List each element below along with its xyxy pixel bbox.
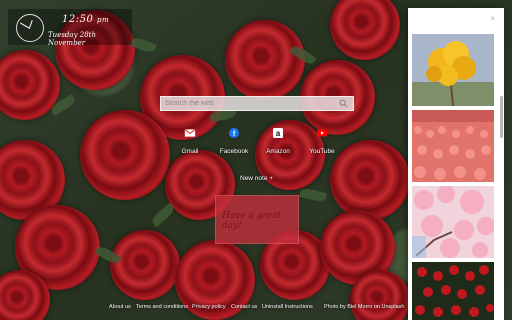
facebook-icon: f	[227, 126, 241, 140]
wallpaper-thumbnail[interactable]	[412, 34, 494, 106]
wallpaper-thumbnail[interactable]	[412, 110, 494, 182]
quick-link-label: YouTube	[309, 148, 335, 155]
analog-clock-icon	[16, 14, 44, 42]
wallpaper-panel: ×	[408, 8, 504, 320]
scrollbar[interactable]	[500, 96, 503, 138]
close-icon[interactable]: ×	[490, 14, 495, 23]
sticky-note[interactable]: Have a great day!	[215, 195, 299, 244]
search-input[interactable]	[163, 98, 335, 109]
time-suffix: pm	[97, 16, 110, 24]
search-bar	[160, 96, 354, 111]
amazon-icon: a	[271, 126, 285, 140]
new-note-button[interactable]: New note +	[240, 175, 273, 182]
footer-link-contact[interactable]: Contact us	[231, 304, 257, 310]
wallpaper-thumbnail[interactable]	[412, 262, 494, 320]
date-display: Tuesday 28th November	[48, 31, 96, 47]
svg-text:a: a	[276, 129, 281, 138]
wallpaper-thumbnail[interactable]	[412, 186, 494, 258]
clock-widget: 12:50 pm Tuesday 28th November	[8, 9, 132, 47]
search-icon[interactable]	[339, 99, 348, 108]
quick-link-youtube[interactable]: YouTube	[292, 126, 352, 155]
gmail-icon	[183, 126, 197, 140]
time-display: 12:50 pm	[62, 14, 109, 25]
footer-link-privacy[interactable]: Privacy policy	[192, 304, 226, 310]
time-value: 12:50	[62, 14, 94, 25]
youtube-icon	[315, 126, 329, 140]
footer: About us Terms and conditions Privacy po…	[0, 300, 410, 314]
footer-link-about[interactable]: About us	[109, 304, 131, 310]
footer-link-uninstall[interactable]: Uninstall Instructions	[262, 304, 313, 310]
note-text[interactable]: Have a great day!	[222, 211, 298, 231]
photo-credit[interactable]: Photo by Biel Morro on Unsplash	[324, 304, 404, 310]
footer-link-terms[interactable]: Terms and conditions	[136, 304, 188, 310]
